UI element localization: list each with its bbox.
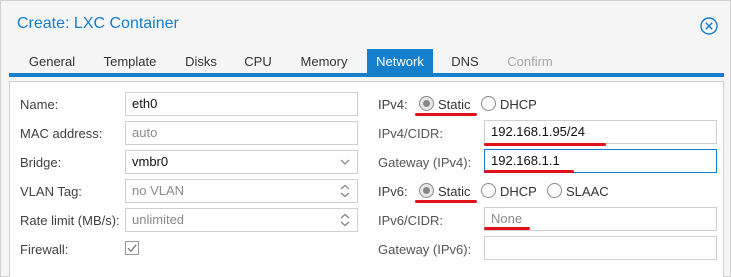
bridge-label: Bridge:	[20, 155, 62, 170]
vlan-tag-field[interactable]: no VLAN	[125, 179, 358, 203]
ipv4-label: IPv4:	[378, 97, 408, 112]
annotation-underline	[415, 113, 477, 116]
ipv6-dhcp-label: DHCP	[500, 184, 537, 199]
bridge-select[interactable]: vmbr0	[125, 150, 358, 174]
ipv6-static-radio[interactable]	[419, 183, 434, 198]
firewall-checkbox[interactable]	[125, 241, 139, 255]
gateway-ipv6-label: Gateway (IPv6):	[378, 242, 472, 257]
dialog-title: Create: LXC Container	[17, 15, 179, 32]
ipv4-cidr-label: IPv4/CIDR:	[378, 126, 444, 141]
ipv6-dhcp-radio[interactable]	[481, 183, 496, 198]
vlan-tag-label: VLAN Tag:	[20, 184, 82, 199]
tab-cpu[interactable]: CPU	[237, 49, 279, 75]
tab-disks[interactable]: Disks	[177, 49, 225, 75]
tab-bar: General Template Disks CPU Memory Networ…	[9, 47, 724, 77]
mac-address-field[interactable]: auto	[125, 121, 358, 145]
rate-limit-field[interactable]: unlimited	[125, 208, 358, 232]
tab-network[interactable]: Network	[367, 49, 433, 75]
ipv6-static-label: Static	[438, 184, 471, 199]
create-lxc-dialog: Create: LXC Container General Template D…	[0, 0, 731, 277]
annotation-underline	[415, 200, 477, 203]
mac-address-label: MAC address:	[20, 126, 103, 141]
annotation-underline	[484, 227, 530, 230]
bridge-value: vmbr0	[132, 154, 169, 169]
annotation-underline	[484, 143, 606, 146]
ipv4-static-radio[interactable]	[419, 96, 434, 111]
annotation-underline	[484, 170, 574, 173]
rate-limit-placeholder: unlimited	[132, 212, 185, 227]
spinner-icon[interactable]	[339, 184, 351, 198]
name-field[interactable]: eth0	[125, 92, 358, 116]
close-icon[interactable]	[700, 17, 718, 35]
ipv6-slaac-radio[interactable]	[547, 183, 562, 198]
tab-template[interactable]: Template	[95, 49, 165, 75]
ipv4-dhcp-label: DHCP	[500, 97, 537, 112]
tab-memory[interactable]: Memory	[291, 49, 357, 75]
rate-limit-label: Rate limit (MB/s):	[20, 213, 120, 228]
vlan-tag-placeholder: no VLAN	[132, 183, 185, 198]
ipv6-slaac-label: SLAAC	[566, 184, 609, 199]
ipv4-dhcp-radio[interactable]	[481, 96, 496, 111]
ipv6-cidr-label: IPv6/CIDR:	[378, 213, 444, 228]
ipv4-static-label: Static	[438, 97, 471, 112]
gateway-ipv6-field[interactable]	[484, 236, 717, 260]
spinner-icon[interactable]	[339, 213, 351, 227]
tab-dns[interactable]: DNS	[443, 49, 487, 75]
tab-confirm: Confirm	[507, 54, 553, 69]
tab-general[interactable]: General	[18, 49, 86, 75]
ipv6-label: IPv6:	[378, 184, 408, 199]
firewall-label: Firewall:	[20, 242, 69, 257]
ipv4-cidr-field[interactable]: 192.168.1.95/24	[484, 120, 717, 144]
network-form-panel: Name: eth0 MAC address: auto Bridge: vmb…	[9, 81, 724, 277]
dialog-titlebar: Create: LXC Container	[1, 1, 730, 45]
gateway-ipv4-label: Gateway (IPv4):	[378, 155, 472, 170]
name-label: Name:	[20, 97, 59, 112]
chevron-down-icon[interactable]	[339, 155, 351, 169]
